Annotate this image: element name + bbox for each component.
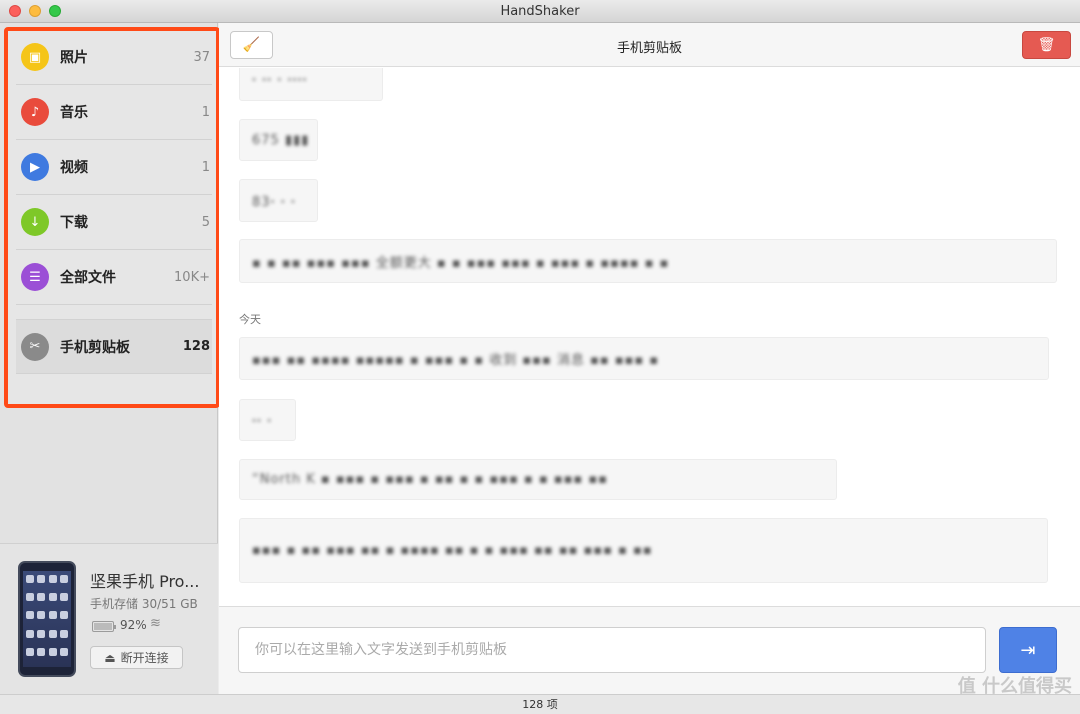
clipboard-item[interactable]: 83ꞏ ꞏ ꞏ [239, 179, 318, 222]
photo-icon: ▣ [21, 43, 49, 71]
zoom-window-button[interactable] [49, 5, 61, 17]
sidebar-item-count: 128 [182, 339, 210, 354]
file-icon: ☰ [21, 263, 49, 291]
device-panel: 坚果手机 Pro... 手机存储 30/51 GB 92% ≋ ⏏ 断开连接 [0, 543, 218, 694]
clipboard-item[interactable]: 675 ▮▮▮ [239, 119, 318, 161]
sidebar-item-count: 5 [201, 214, 210, 230]
composer: ⇥ [219, 606, 1080, 694]
sidebar: ▣ 照片 37 ♪ 音乐 1 ▶ 视频 1 ↓ 下载 5 ☰ 全部文件 10K+… [0, 23, 220, 694]
sidebar-item-count: 1 [201, 159, 210, 175]
music-icon: ♪ [21, 98, 49, 126]
send-to-phone-button[interactable]: ⇥ [999, 627, 1057, 673]
sidebar-item-label: 全部文件 [60, 270, 116, 286]
battery-icon [92, 621, 116, 632]
sidebar-item-music[interactable]: ♪ 音乐 1 [16, 85, 212, 140]
clipboard-item[interactable]: ꞏ ꞏꞏ ꞏ ꞏꞏꞏꞏ [239, 68, 383, 101]
sidebar-item-count: 1 [201, 104, 210, 120]
device-storage: 手机存储 30/51 GB [90, 597, 198, 611]
video-play-icon: ▶ [21, 153, 49, 181]
sidebar-item-label: 视频 [60, 160, 88, 176]
watermark: 值 什么值得买 [957, 676, 1072, 697]
sidebar-item-count: 37 [193, 49, 210, 65]
window-title: HandShaker [500, 4, 580, 19]
sidebar-item-label: 照片 [60, 50, 88, 66]
title-bar: HandShaker [0, 0, 1080, 23]
toolbar: 🧹 手机剪贴板 🗑 [219, 23, 1080, 67]
sidebar-nav: ▣ 照片 37 ♪ 音乐 1 ▶ 视频 1 ↓ 下载 5 ☰ 全部文件 10K+… [4, 27, 220, 408]
clipboard-item[interactable]: ▪▪▪ ▪ ▪▪ ▪▪▪ ▪▪ ▪ ▪▪▪▪ ▪▪ ▪ ▪ ▪▪▪ ▪▪ ▪▪ … [239, 518, 1048, 583]
sidebar-item-count: 10K+ [174, 269, 210, 285]
wifi-icon: ≋ [150, 616, 161, 631]
clipboard-item[interactable]: “North K ▪ ▪▪▪ ▪ ▪▪▪ ▪ ▪▪ ▪ ▪ ▪▪▪ ▪ ▪ ▪▪… [239, 459, 837, 500]
main-panel: 🧹 手机剪贴板 🗑 ꞏ ꞏꞏ ꞏ ꞏꞏꞏꞏ 675 ▮▮▮ 83ꞏ ꞏ ꞏ ▪ … [219, 23, 1080, 694]
sidebar-item-all-files[interactable]: ☰ 全部文件 10K+ [16, 250, 212, 305]
send-to-phone-icon: ⇥ [1020, 639, 1036, 661]
phone-thumbnail [18, 561, 76, 677]
clipboard-item[interactable]: ▪ ▪ ▪▪ ▪▪▪ ▪▪▪ 全额更大 ▪ ▪ ▪▪▪ ▪▪▪ ▪ ▪▪▪ ▪ … [239, 239, 1057, 283]
sidebar-item-label: 下载 [60, 215, 88, 231]
status-bar: 128 项 [0, 694, 1080, 714]
close-window-button[interactable] [9, 5, 21, 17]
download-icon: ↓ [21, 208, 49, 236]
battery-level: 92% [120, 618, 147, 632]
clipboard-item[interactable]: ꞏꞏ ꞏ [239, 399, 296, 441]
sidebar-item-video[interactable]: ▶ 视频 1 [16, 140, 212, 195]
page-title: 手机剪贴板 [616, 41, 682, 56]
sidebar-item-label: 音乐 [60, 105, 88, 121]
scissors-icon: ✂ [21, 332, 49, 361]
trash-icon: 🗑 [1037, 37, 1056, 53]
sidebar-item-downloads[interactable]: ↓ 下载 5 [16, 195, 212, 250]
minimize-window-button[interactable] [29, 5, 41, 17]
sidebar-item-clipboard[interactable]: ✂ 手机剪贴板 128 [16, 319, 212, 374]
sidebar-item-photos[interactable]: ▣ 照片 37 [16, 30, 212, 85]
delete-button[interactable]: 🗑 [1022, 31, 1071, 59]
disconnect-button[interactable]: ⏏ 断开连接 [90, 646, 183, 669]
clipboard-feed[interactable]: ꞏ ꞏꞏ ꞏ ꞏꞏꞏꞏ 675 ▮▮▮ 83ꞏ ꞏ ꞏ ▪ ▪ ▪▪ ▪▪▪ ▪… [219, 68, 1080, 606]
device-name: 坚果手机 Pro... [90, 572, 200, 591]
clipboard-item[interactable]: ▪▪▪ ▪▪ ▪▪▪▪ ▪▪▪▪▪ ▪ ▪▪▪ ▪ ▪ 收到 ▪▪▪ 消息 ▪▪… [239, 337, 1049, 380]
date-separator: 今天 [239, 313, 261, 326]
eject-icon: ⏏ [104, 650, 116, 665]
clipboard-text-input[interactable] [238, 627, 986, 673]
disconnect-label: 断开连接 [120, 651, 169, 665]
item-count: 128 项 [522, 698, 558, 711]
sidebar-item-label: 手机剪贴板 [60, 339, 130, 356]
